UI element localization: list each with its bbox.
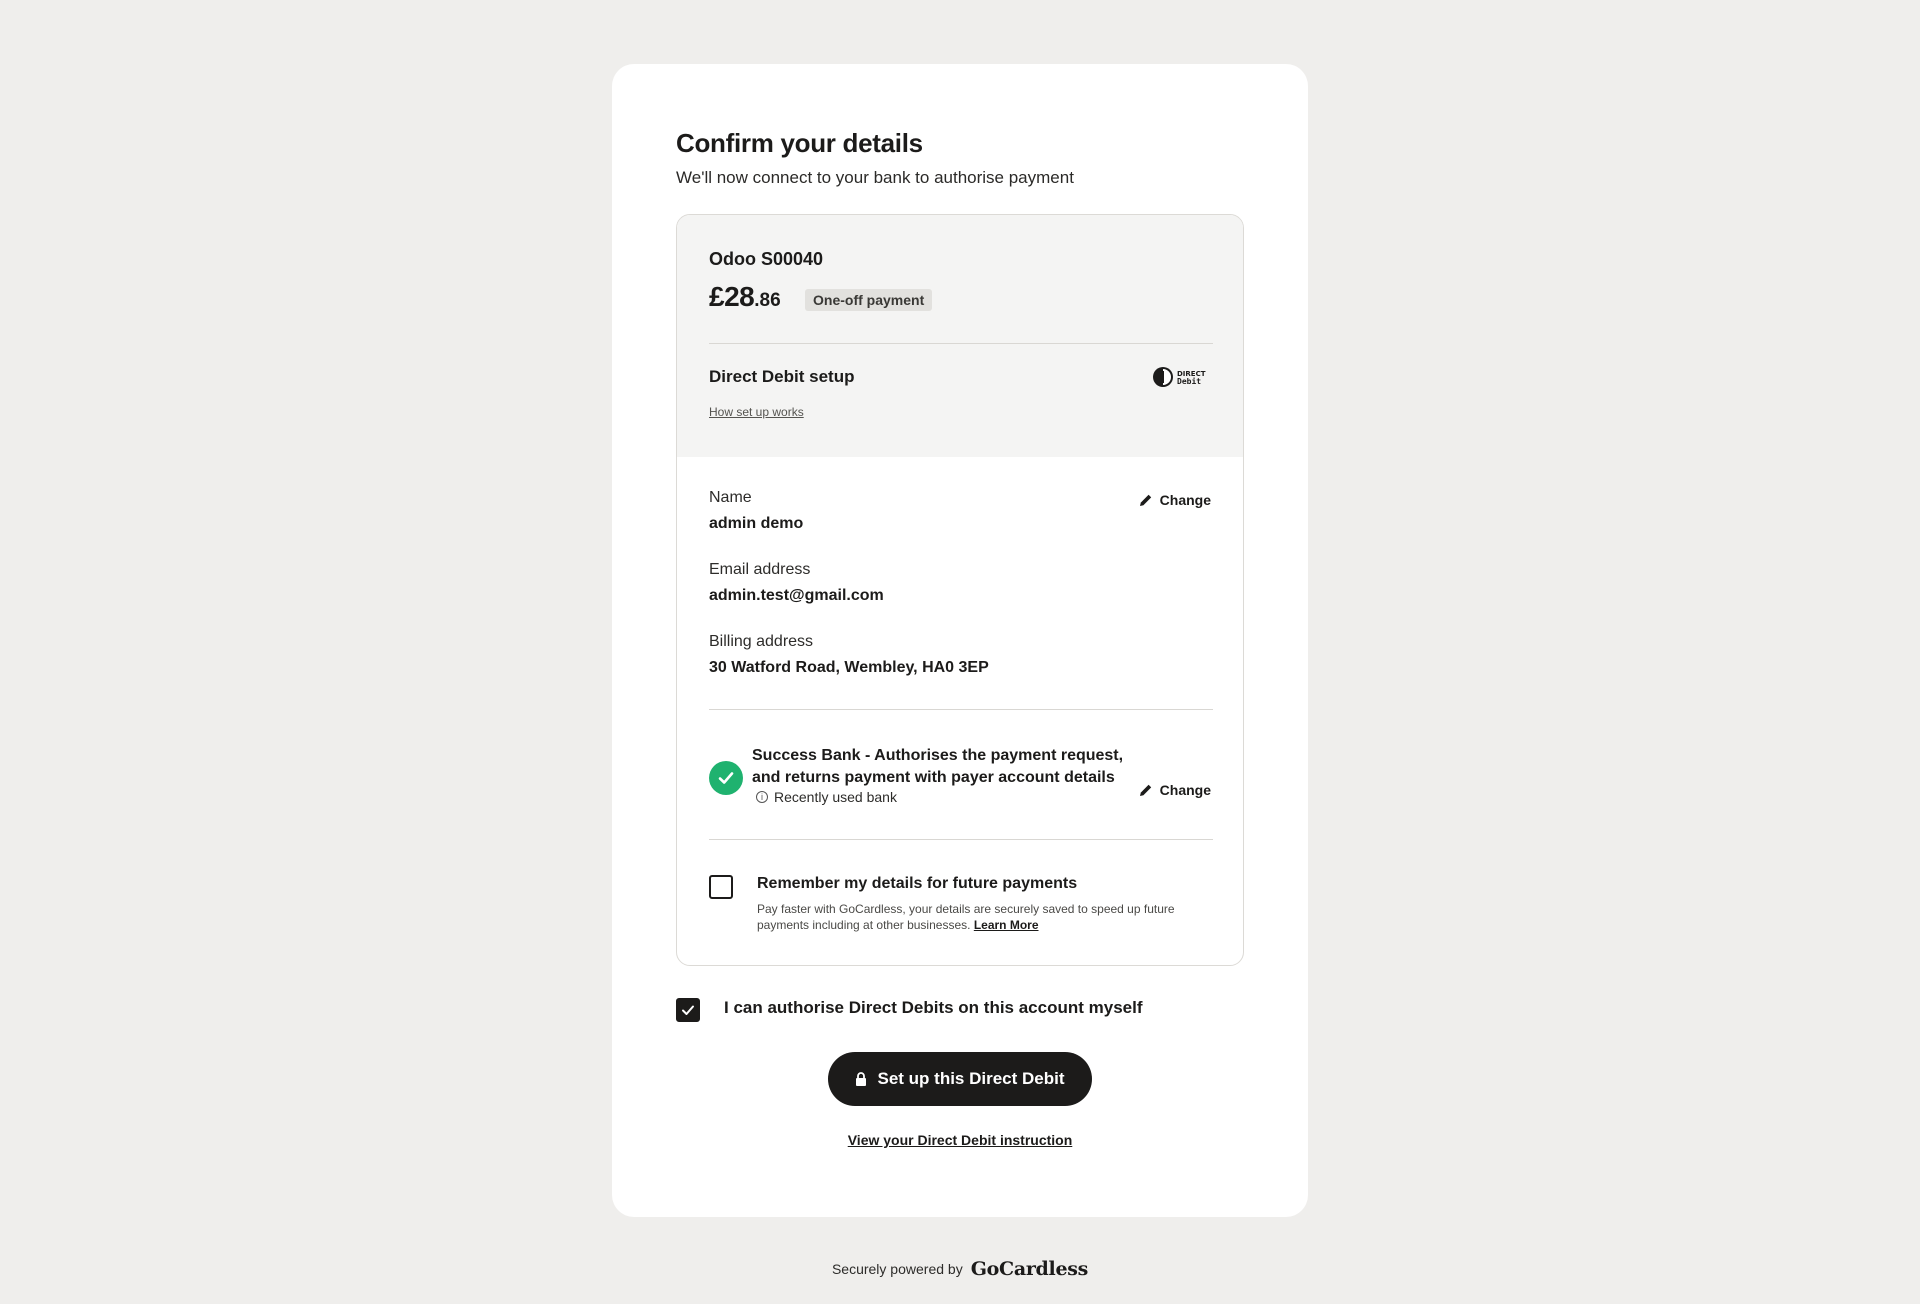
- merchant-reference: Odoo S00040: [709, 249, 824, 269]
- payment-card: Confirm your details We'll now connect t…: [612, 64, 1308, 1217]
- view-instruction-link[interactable]: View your Direct Debit instruction: [612, 1132, 1308, 1148]
- payment-summary-header: Odoo S00040 £28.86 One-off payment Direc…: [677, 215, 1243, 457]
- divider: [709, 709, 1213, 710]
- remember-details-title: Remember my details for future payments: [757, 875, 1078, 892]
- how-setup-works-link[interactable]: How set up works: [709, 405, 804, 419]
- powered-by-label: Securely powered by: [831, 1261, 963, 1277]
- authorise-label: I can authorise Direct Debits on this ac…: [724, 998, 1143, 1017]
- gocardless-logo: GoCardless: [970, 1258, 1089, 1280]
- change-label: Change: [1159, 492, 1211, 508]
- change-details-button[interactable]: Change: [1139, 492, 1211, 508]
- pencil-icon: [1139, 784, 1151, 796]
- billing-address-value: 30 Watford Road, Wembley, HA0 3EP: [709, 659, 989, 676]
- payment-summary: Odoo S00040 £28.86 One-off payment Direc…: [676, 214, 1244, 966]
- change-label: Change: [1159, 782, 1211, 798]
- change-bank-button[interactable]: Change: [1139, 782, 1211, 798]
- page-title: Confirm your details: [676, 128, 923, 158]
- email-label: Email address: [709, 561, 811, 578]
- amount-major: £28: [709, 281, 755, 312]
- billing-address-label: Billing address: [709, 633, 814, 650]
- bank-check-icon: [709, 761, 743, 795]
- svg-text:Debit: Debit: [1177, 376, 1201, 386]
- authorise-checkbox[interactable]: [676, 998, 700, 1022]
- footer: Securely powered by GoCardless: [0, 1258, 1920, 1280]
- info-icon: i: [756, 791, 768, 803]
- direct-debit-logo-icon: DIRECT Debit: [1153, 367, 1206, 387]
- bank-name: Success Bank - Authorises the payment re…: [752, 747, 1124, 786]
- name-value: admin demo: [709, 515, 804, 532]
- pencil-icon: [1139, 494, 1151, 506]
- email-value: admin.test@gmail.com: [709, 587, 884, 604]
- divider: [709, 839, 1213, 840]
- lock-icon: [856, 1072, 867, 1086]
- direct-debit-label: Direct Debit setup: [709, 367, 855, 386]
- learn-more-link[interactable]: Learn More: [974, 918, 1039, 932]
- checkmark-icon: [682, 1005, 694, 1015]
- divider: [709, 343, 1213, 344]
- setup-direct-debit-button[interactable]: Set up this Direct Debit: [828, 1052, 1092, 1106]
- recently-used-note: i Recently used bank: [756, 789, 897, 805]
- amount-minor: .86: [754, 290, 781, 311]
- remember-details-checkbox[interactable]: [709, 875, 733, 899]
- recently-used-label: Recently used bank: [774, 789, 897, 805]
- page-subtitle: We'll now connect to your bank to author…: [676, 168, 1074, 187]
- setup-button-label: Set up this Direct Debit: [877, 1069, 1065, 1088]
- payment-type-badge: One-off payment: [805, 289, 933, 311]
- remember-details-description: Pay faster with GoCardless, your details…: [757, 901, 1207, 933]
- name-label: Name: [709, 489, 752, 506]
- payment-amount: £28.86: [709, 281, 781, 313]
- remember-description-text: Pay faster with GoCardless, your details…: [757, 902, 1175, 932]
